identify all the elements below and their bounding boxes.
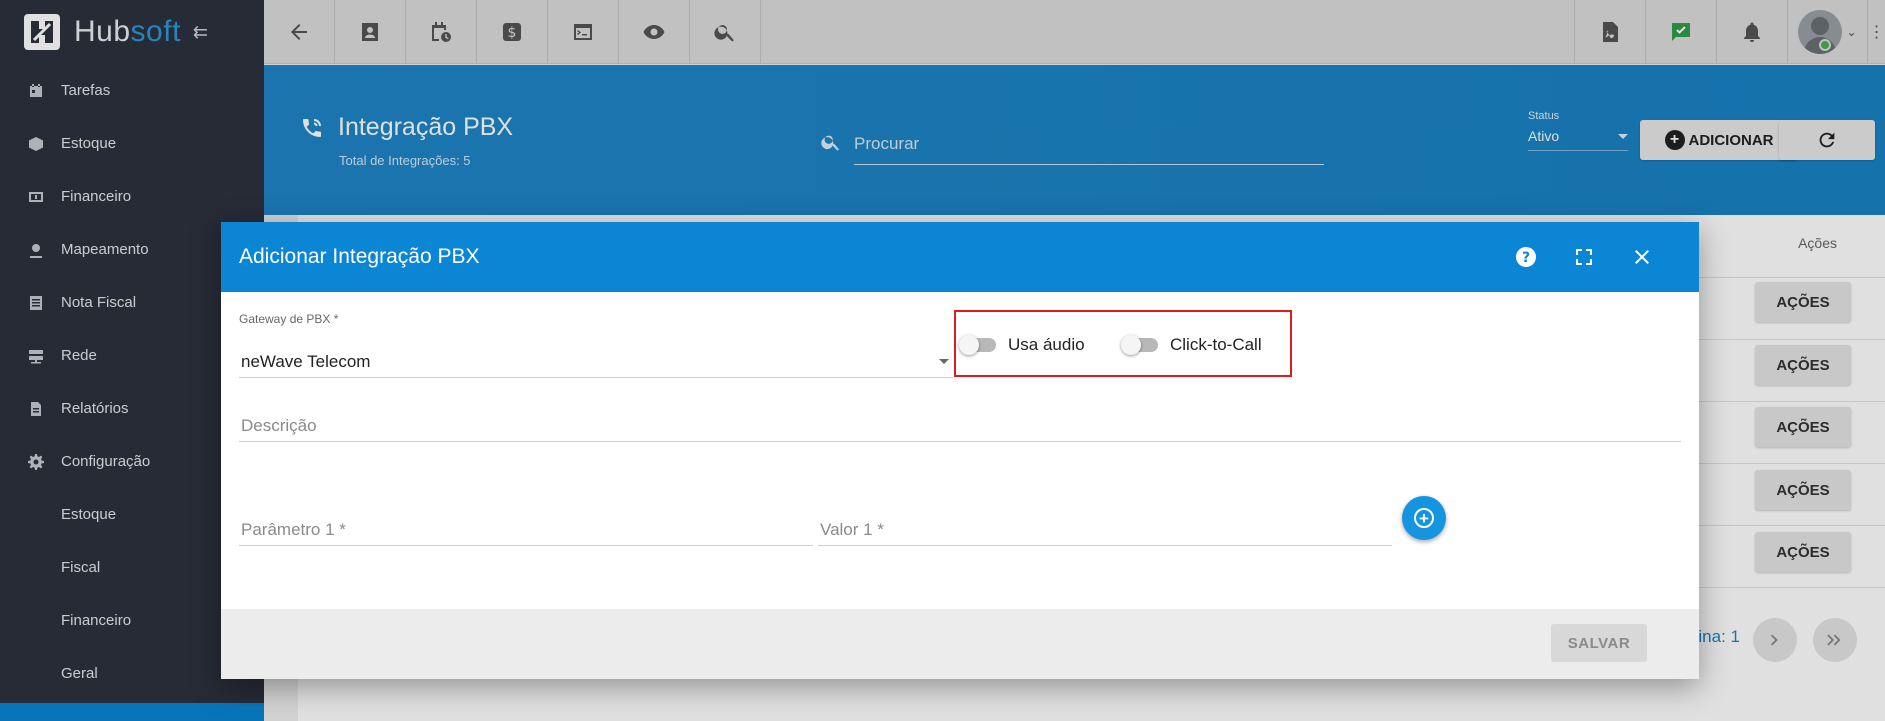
save-button[interactable]: SALVAR xyxy=(1551,624,1647,662)
close-button[interactable] xyxy=(1613,245,1671,269)
gateway-label: Gateway de PBX * xyxy=(239,312,339,326)
gateway-select[interactable]: neWave Telecom xyxy=(239,346,953,378)
description-input[interactable] xyxy=(239,410,1681,441)
help-button[interactable]: ? xyxy=(1497,245,1555,269)
close-icon xyxy=(1635,250,1649,264)
use-audio-toggle[interactable]: Usa áudio xyxy=(959,335,1085,355)
fullscreen-button[interactable] xyxy=(1555,245,1613,269)
description-field xyxy=(239,410,1681,442)
help-circle-icon: ? xyxy=(1516,247,1536,267)
add-parameter-button[interactable]: + xyxy=(1402,496,1446,540)
toggle-track xyxy=(959,335,996,355)
click-to-call-label: Click-to-Call xyxy=(1170,335,1262,354)
parameter-field xyxy=(239,514,813,546)
toggle-track xyxy=(1121,335,1158,355)
use-audio-label: Usa áudio xyxy=(1008,335,1085,354)
dropdown-arrow-icon xyxy=(939,359,949,364)
dialog-title: Adicionar Integração PBX xyxy=(239,245,480,268)
add-integration-dialog: Adicionar Integração PBX ? Gateway de PB… xyxy=(221,222,1699,679)
value-field xyxy=(818,514,1392,546)
click-to-call-toggle[interactable]: Click-to-Call xyxy=(1121,335,1262,355)
gateway-value: neWave Telecom xyxy=(241,351,371,371)
parameter-input[interactable] xyxy=(239,514,813,545)
toggles-highlight-box: Usa áudio Click-to-Call xyxy=(954,310,1292,377)
value-input[interactable] xyxy=(818,514,1392,545)
fullscreen-icon xyxy=(1576,249,1592,265)
dialog-header-actions: ? xyxy=(1497,222,1671,292)
svg-text:?: ? xyxy=(1522,250,1530,266)
add-circle-icon: + xyxy=(1414,508,1434,528)
dialog-body: Gateway de PBX * neWave Telecom Usa áudi… xyxy=(221,292,1699,609)
toggle-thumb xyxy=(959,335,979,355)
dialog-header: Adicionar Integração PBX ? xyxy=(221,222,1699,292)
toggle-thumb xyxy=(1121,335,1141,355)
dialog-footer: SALVAR xyxy=(221,609,1699,679)
